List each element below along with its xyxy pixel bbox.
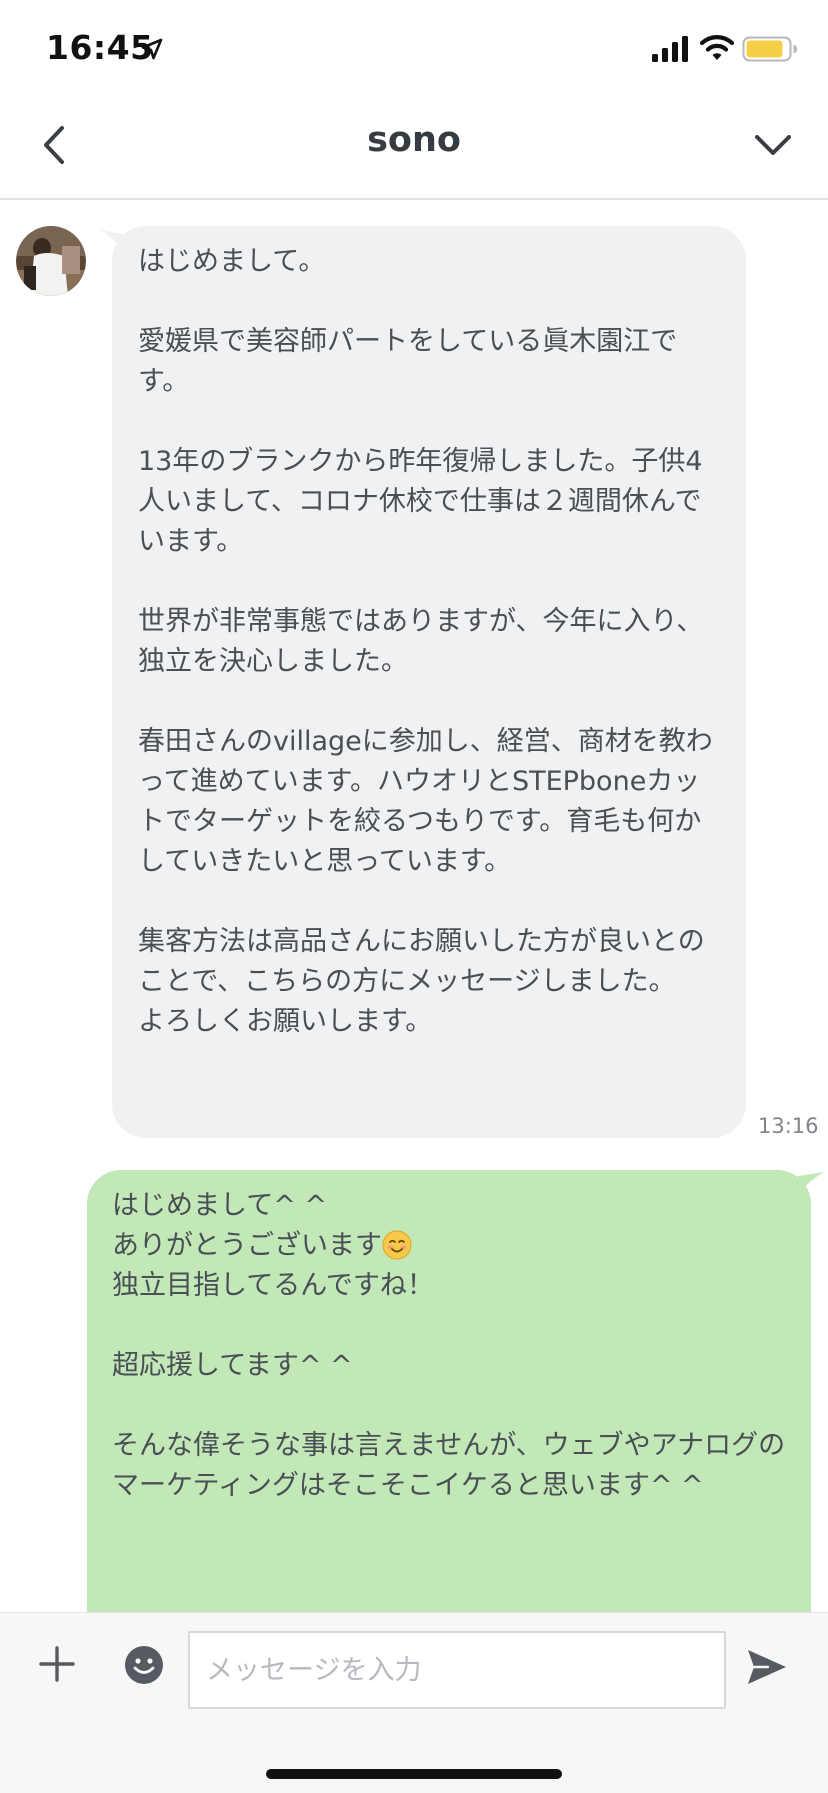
status-bar: 16:45 [0, 0, 828, 98]
smiling-face-emoji-icon [382, 1230, 412, 1260]
input-bar [0, 1612, 828, 1793]
location-arrow-icon [141, 38, 163, 60]
send-icon[interactable] [746, 1647, 788, 1687]
chat-area[interactable]: はじめまして。 愛媛県で美容師パートをしている眞木園江です。 13年のブランクか… [0, 200, 828, 1612]
emoji-sticker-icon[interactable] [124, 1645, 164, 1685]
avatar[interactable] [16, 226, 86, 296]
outgoing-line-2: ありがとうございます [112, 1230, 382, 1261]
nav-bar: sono [0, 98, 828, 200]
home-indicator [266, 1769, 562, 1779]
message-timestamp: 13:16 [758, 1114, 819, 1138]
status-time: 16:45 [46, 28, 154, 67]
chevron-down-icon[interactable] [752, 128, 794, 162]
message-input[interactable] [188, 1631, 726, 1709]
cellular-signal-icon [652, 36, 688, 62]
outgoing-line-1: はじめまして^ ^ [112, 1190, 328, 1221]
incoming-message-bubble[interactable]: はじめまして。 愛媛県で美容師パートをしている眞木園江です。 13年のブランクか… [112, 226, 746, 1138]
outgoing-rest: 独立目指してるんですね！ 超応援してます^ ^ そんな偉そうな事は言えませんが、… [112, 1270, 786, 1501]
battery-icon [742, 36, 797, 62]
outgoing-message-bubble[interactable]: はじめまして^ ^ ありがとうございます 独立目指してるんですね！ 超応援してま… [87, 1170, 811, 1612]
chat-title: sono [367, 120, 461, 160]
plus-icon[interactable] [38, 1645, 76, 1683]
wifi-icon [700, 35, 734, 60]
